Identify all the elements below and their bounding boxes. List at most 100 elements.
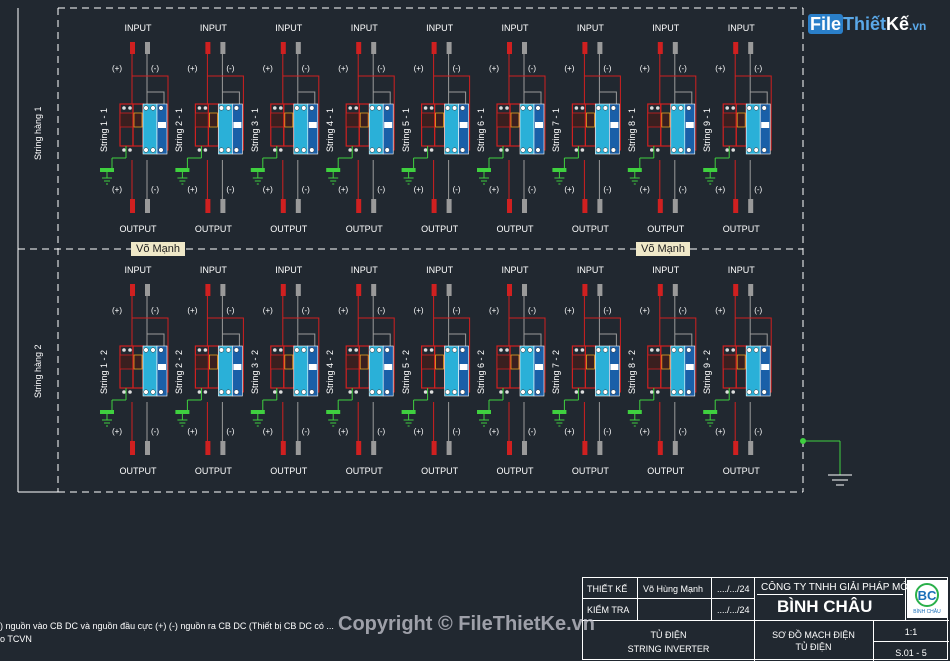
plus-label: (+) [489,306,499,315]
dc-breaker [609,103,620,155]
terminal-screw [294,147,300,153]
dc-breaker [595,345,610,397]
terminal-screw [535,105,541,111]
minus-label: (-) [226,64,235,73]
minus-label: (-) [377,64,386,73]
plus-label: (+) [715,64,726,73]
minus-label: (-) [301,64,310,73]
dc-breaker [307,103,319,155]
minus-label: (-) [301,427,310,436]
terminal-screw [301,347,307,353]
string-unit-label: String 3 - 2 [249,349,260,394]
design-date: ..../.../24 [717,584,750,594]
dc-breaker [670,103,686,155]
output-connector-positive [280,199,286,213]
minus-label: (-) [678,185,687,194]
plus-label: (+) [112,306,122,315]
string-unit-label: String 1 - 2 [99,349,109,394]
terminal-screw [122,390,126,394]
terminal-screw [650,148,654,152]
output-connector-positive [356,441,362,455]
plus-label: (+) [338,306,349,315]
company-name: BÌNH CHÂU [777,597,873,616]
plus-label: (+) [187,306,198,315]
plus-label: (+) [262,185,273,194]
terminal-screw [384,105,390,111]
output-connector-positive [431,199,437,213]
terminal-screw [429,106,434,110]
input-connector-positive [431,42,437,54]
output-label: OUTPUT [421,224,459,234]
dc-breaker [684,345,696,397]
terminal-screw [746,347,752,353]
minus-label: (-) [528,306,536,315]
output-label: OUTPUT [345,224,383,234]
minus-label: (-) [528,427,536,436]
bypass-wire [599,91,617,104]
terminal-screw [595,105,601,111]
string-unit-label: String 1 - 1 [99,107,109,152]
ground-busbar [552,410,567,414]
terminal-screw [225,347,231,353]
terminal-screw [233,347,239,353]
input-connector-negative [522,42,527,54]
minus-label: (-) [452,185,461,194]
terminal-screw [158,389,164,395]
ground-busbar [401,410,416,414]
terminal-screw [150,347,156,353]
dc-breaker [232,345,243,397]
output-label: OUTPUT [119,466,157,476]
terminal-screw [294,389,300,395]
terminal-screw [527,147,533,153]
terminal-screw [753,147,759,153]
input-connector-positive [733,42,739,54]
input-label: INPUT [576,265,604,275]
terminal-screw [452,105,458,111]
string-unit-label: String 5 - 1 [400,107,411,152]
dc-breaker [533,103,545,155]
input-connector-negative [672,284,678,296]
terminal-screw [429,148,434,152]
logo-part-thiet: Thiết [843,14,887,34]
logo-part-ke: Kế [886,14,910,34]
terminal-screw [218,389,224,395]
string-unit-label: String 6 - 1 [476,107,486,152]
output-connector-positive [733,199,739,213]
plus-label: (+) [489,64,499,73]
dc-breaker [218,103,233,155]
terminal-screw [445,347,451,353]
output-connector-positive [582,441,588,455]
input-connector-negative [597,284,603,296]
bypass-wire [599,333,617,346]
terminal-screw [574,148,579,152]
string-unit-label: String 8 - 1 [626,107,637,152]
surge-protector-module [133,354,143,370]
ground-busbar [250,168,265,172]
terminal-screw [279,106,283,110]
dc-breaker [293,345,309,397]
input-connector-positive [205,284,211,296]
drawing-title-2: TỦ ĐIỆN [795,642,832,652]
panel-title-1: TỦ ĐIỆN [650,630,687,640]
input-connector-positive [356,284,362,296]
terminal-screw [656,106,660,110]
surge-protector-module [722,112,737,128]
input-label: INPUT [727,23,755,33]
terminal-screw [122,348,126,352]
terminal-screw [225,389,231,395]
terminal-screw [499,148,503,152]
surge-protector-module [208,112,218,128]
plus-label: (+) [262,64,273,73]
panel-title-2: STRING INVERTER [627,644,710,654]
terminal-screw [761,105,767,111]
ground-busbar [100,168,114,172]
output-connector-negative [597,441,603,455]
minus-label: (-) [528,185,536,194]
output-connector-positive [733,441,739,455]
surge-protector-module [359,354,369,370]
input-connector-negative [748,42,754,54]
output-connector-negative [672,199,678,213]
terminal-screw [610,347,616,353]
surge-protector-module [647,354,662,370]
output-connector-negative [145,199,150,213]
